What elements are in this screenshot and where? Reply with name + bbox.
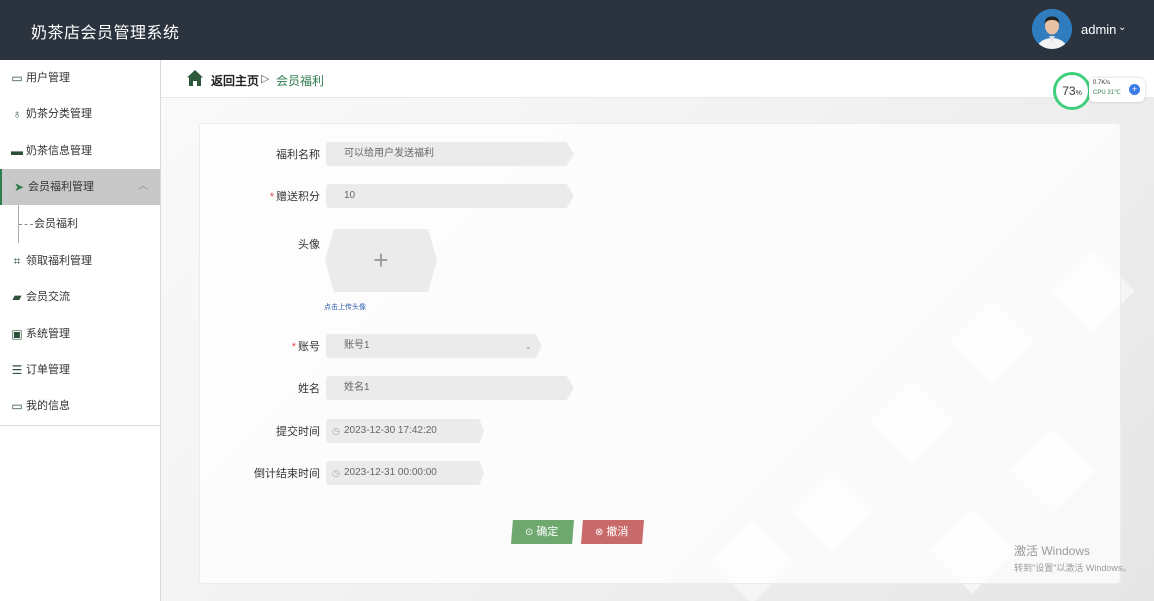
cancel-button[interactable]: ⊗ 撤消 — [581, 520, 644, 544]
sidebar-item-label: 用户管理 — [26, 72, 70, 84]
breadcrumb: 返回主页 ▷ 会员福利 — [161, 60, 1154, 98]
points-label: * 赠送积分 — [269, 191, 320, 203]
app-title: 奶茶店会员管理系统 — [31, 25, 180, 42]
upload-hint: 点击上传头像 — [324, 304, 366, 311]
account-label: * 账号 — [291, 341, 320, 353]
main-content: 返回主页 ▷ 会员福利 73% 0.7K/s CPU 31℃ + 福利名称 可以… — [161, 60, 1154, 601]
sidebar-item-tea-category[interactable]: ♁ 奶茶分类管理 — [0, 96, 160, 132]
sidebar-menu: ▭ 用户管理 ♁ 奶茶分类管理 ▬ 奶茶信息管理 ➤ 会员福利管理 ︿ 会员福利… — [0, 60, 160, 426]
navigation-arrow-icon: ➤ — [13, 179, 25, 194]
microphone-icon: ♁ — [12, 107, 22, 122]
form-row-avatar: 头像 — [200, 232, 800, 256]
chevron-down-icon[interactable]: ⌄ — [1118, 22, 1126, 33]
sidebar-item-claim-welfare[interactable]: ⌗ 领取福利管理 — [0, 243, 160, 279]
points-input[interactable]: 10 — [326, 184, 574, 208]
check-circle-icon: ⊙ — [525, 527, 534, 538]
ticket-icon: ▰ — [12, 290, 22, 305]
plus-icon: + — [373, 245, 389, 275]
submit-time-picker[interactable]: ◷ 2023-12-30 17:42:20 — [326, 419, 484, 443]
sidebar-subitem-label: 会员福利 — [34, 218, 78, 231]
sliders-icon: ☰ — [11, 363, 23, 378]
wallet-icon: ▭ — [11, 399, 23, 414]
id-card-icon: ▭ — [11, 71, 23, 85]
close-circle-icon: ⊗ — [595, 527, 604, 538]
name-input[interactable]: 姓名1 — [326, 376, 574, 400]
welfare-name-label: 福利名称 — [276, 149, 320, 161]
confirm-button[interactable]: ⊙ 确定 — [511, 520, 574, 544]
required-mark: * — [269, 191, 274, 203]
end-time-label: 倒计结束时间 — [254, 468, 320, 480]
sidebar-item-tea-info[interactable]: ▬ 奶茶信息管理 — [0, 133, 160, 169]
sidebar-item-label: 会员福利管理 — [28, 180, 94, 193]
clipboard-icon: ▣ — [11, 326, 23, 341]
form-row-name: 姓名 姓名1 — [200, 376, 800, 400]
clock-icon: ◷ — [332, 426, 340, 436]
welfare-form-card: 福利名称 可以给用户发送福利 * 赠送积分 10 头像 + 点击上传头像 * 账号 … — [199, 123, 1121, 584]
form-row-submit-time: 提交时间 ◷ 2023-12-30 17:42:20 — [200, 419, 800, 443]
top-header: 奶茶店会员管理系统 admin ⌄ — [0, 0, 1154, 60]
username-label[interactable]: admin — [1081, 22, 1116, 37]
home-icon[interactable] — [186, 69, 204, 87]
system-monitor-widget[interactable]: 73% 0.7K/s CPU 31℃ + — [1053, 72, 1145, 110]
sidebar-item-label: 奶茶分类管理 — [26, 108, 92, 121]
required-mark: * — [291, 341, 296, 353]
welfare-name-input[interactable]: 可以给用户发送福利 — [326, 142, 574, 166]
sidebar-item-member-chat[interactable]: ▰ 会员交流 — [0, 279, 160, 315]
account-select[interactable]: 账号1 ⌄ — [326, 334, 542, 358]
sidebar-item-label: 系统管理 — [26, 327, 70, 340]
sidebar-item-system[interactable]: ▣ 系统管理 — [0, 316, 160, 352]
form-row-welfare-name: 福利名称 可以给用户发送福利 — [200, 142, 800, 166]
form-row-points: * 赠送积分 10 — [200, 184, 800, 208]
chevron-down-icon: ⌄ — [524, 341, 532, 351]
clock-icon: ◷ — [332, 468, 340, 478]
submit-time-label: 提交时间 — [276, 426, 320, 438]
sidebar-item-label: 订单管理 — [26, 364, 70, 377]
chevron-up-icon: ︿ — [138, 180, 148, 192]
avatar-label: 头像 — [298, 239, 320, 251]
sidebar-item-member-welfare[interactable]: ➤ 会员福利管理 ︿ — [0, 168, 160, 206]
user-avatar[interactable] — [1032, 9, 1072, 49]
box-icon: ▬ — [11, 143, 23, 158]
plus-icon[interactable]: + — [1129, 84, 1140, 95]
form-row-account: * 账号 账号1 ⌄ — [200, 334, 800, 358]
avatar-photo-icon — [1032, 9, 1072, 49]
tree-branch — [19, 224, 33, 226]
name-label: 姓名 — [298, 383, 320, 395]
sidebar-item-label: 奶茶信息管理 — [26, 144, 92, 157]
crop-icon: ⌗ — [13, 254, 21, 269]
sidebar-item-label: 我的信息 — [26, 400, 70, 413]
breadcrumb-separator: ▷ — [261, 73, 270, 85]
avatar-upload-button[interactable]: + — [325, 229, 437, 292]
sidebar-item-user-management[interactable]: ▭ 用户管理 — [0, 60, 160, 96]
sidebar-item-orders[interactable]: ☰ 订单管理 — [0, 352, 160, 388]
sidebar-subitem-member-welfare[interactable]: 会员福利 — [0, 205, 160, 244]
sidebar-item-label: 领取福利管理 — [26, 255, 92, 268]
form-row-end-time: 倒计结束时间 ◷ 2023-12-31 00:00:00 — [200, 461, 800, 485]
sidebar-item-my-info[interactable]: ▭ 我的信息 — [0, 388, 160, 424]
breadcrumb-current: 会员福利 — [276, 74, 325, 88]
windows-activation-watermark: 激活 Windows 转到"设置"以激活 Windows。 — [1014, 544, 1132, 573]
memory-usage-ring: 73% — [1053, 72, 1091, 110]
end-time-picker[interactable]: ◷ 2023-12-31 00:00:00 — [326, 461, 484, 485]
sidebar: ▭ 用户管理 ♁ 奶茶分类管理 ▬ 奶茶信息管理 ➤ 会员福利管理 ︿ 会员福利… — [0, 60, 161, 601]
sidebar-item-label: 会员交流 — [26, 291, 70, 304]
breadcrumb-home-link[interactable]: 返回主页 — [211, 72, 259, 89]
